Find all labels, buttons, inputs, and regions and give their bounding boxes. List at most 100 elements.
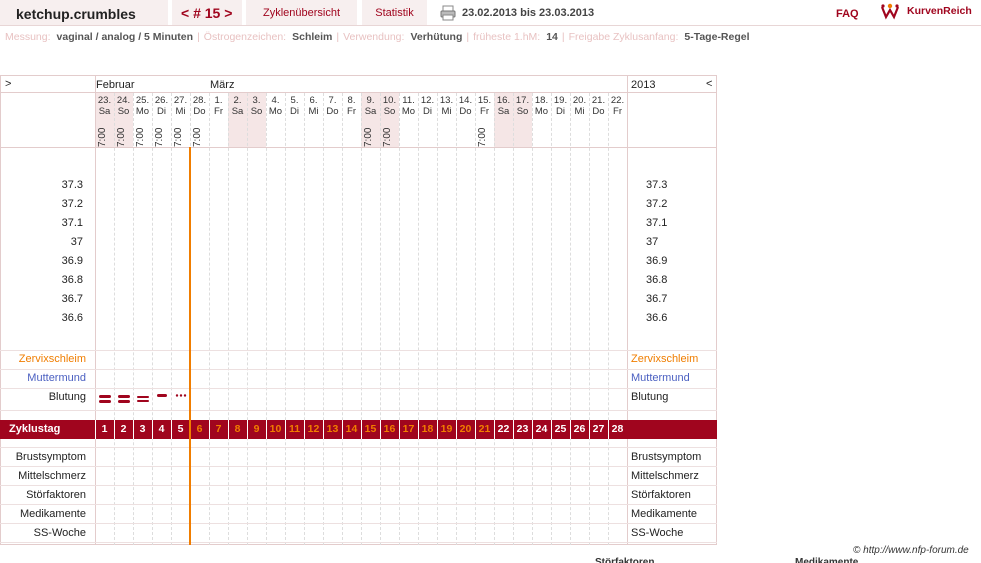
day-gridline (152, 93, 153, 545)
year: 2013 (631, 79, 656, 91)
temp-label-right: 36.6 (646, 312, 668, 324)
day-weekday: Do (326, 106, 339, 117)
day-weekday: Sa (497, 106, 510, 117)
setting-key: Östrogenzeichen: (203, 31, 287, 43)
day-date: 7. (328, 95, 337, 106)
cycle-chart: > < Februar März 2013 23. Sa 7:00 24. So 7:00 25. Mo… (0, 75, 717, 545)
day-date: 16. (496, 95, 511, 106)
day-date: 21. (591, 95, 606, 106)
day-date: 28. (192, 95, 207, 106)
cycle-day-number: 14 (345, 423, 358, 435)
day-date: 8. (347, 95, 356, 106)
logo-text[interactable]: KurvenReich (907, 5, 972, 17)
temp-label-right: 37.3 (646, 179, 668, 191)
day-weekday: So (117, 106, 130, 117)
cycle-day-number: 16 (383, 423, 396, 435)
row-line (0, 447, 717, 448)
row-line (0, 466, 717, 467)
day-weekday: Do (592, 106, 605, 117)
date-range: 23.02.2013 bis 23.03.2013 (462, 7, 595, 19)
day-gridline (171, 93, 172, 545)
day-gridline (418, 93, 419, 545)
day-date: 17. (515, 95, 530, 106)
header-bottom-line (0, 147, 717, 148)
day-time: 7:00 (477, 127, 488, 147)
right-col-line (627, 75, 628, 545)
header-divider (0, 25, 981, 26)
day-date: 24. (116, 95, 131, 106)
temp-label-left: 37 (70, 236, 83, 248)
day-weekday: Sa (231, 106, 244, 117)
row-label-ss: SS-Woche (33, 527, 86, 539)
row-label-stoer: Störfaktoren (26, 489, 86, 501)
kurvenreich-logo-icon[interactable] (880, 2, 900, 22)
cycle-day-number: 2 (120, 423, 127, 435)
row-label-right-mittel: Mittelschmerz (631, 470, 699, 482)
temp-label-left: 36.6 (61, 312, 83, 324)
day-gridline (551, 93, 552, 545)
month-mar: März (210, 79, 235, 91)
day-gridline (304, 93, 305, 545)
printer-icon[interactable] (440, 5, 456, 21)
tab-cycle-overview[interactable]: Zyklenübersicht (246, 0, 357, 25)
day-weekday: Mi (441, 106, 452, 117)
cycle-day-number: 17 (402, 423, 415, 435)
row-line (0, 350, 717, 351)
setting-key: früheste 1.hM: (473, 31, 541, 43)
month-feb: Februar (96, 79, 135, 91)
temp-label-right: 36.8 (646, 274, 668, 286)
day-gridline (475, 93, 476, 545)
bleeding-heavy-mark (98, 395, 111, 404)
day-weekday: Di (423, 106, 432, 117)
day-date: 23. (97, 95, 112, 106)
row-label-blutung: Blutung (48, 391, 86, 403)
temp-label-left: 36.8 (61, 274, 83, 286)
faq-link[interactable]: FAQ (836, 8, 859, 20)
day-time: 7:00 (97, 127, 108, 147)
day-date: 4. (271, 95, 280, 106)
day-weekday: Di (556, 106, 565, 117)
day-gridline (228, 93, 229, 545)
row-label-right-stoer: Störfaktoren (631, 489, 691, 501)
setting-value: 5-Tage-Regel (684, 31, 750, 43)
row-line (0, 485, 717, 486)
day-date: 27. (173, 95, 188, 106)
nav-forward-arrow: < (706, 78, 713, 90)
day-weekday: So (383, 106, 396, 117)
day-date: 10. (382, 95, 397, 106)
cycle-day-number: 26 (573, 423, 586, 435)
day-weekday: Mi (574, 106, 585, 117)
day-time: 7:00 (173, 127, 184, 147)
cycle-day-number: 1 (101, 423, 108, 435)
bleeding-light-mark (156, 394, 167, 397)
temp-label-left: 37.3 (61, 179, 83, 191)
day-date: 22. (610, 95, 625, 106)
row-label-brust: Brustsymptom (15, 451, 86, 463)
day-gridline (494, 93, 495, 545)
cycle-navigator[interactable]: < # 15 > (172, 0, 242, 25)
day-gridline (133, 93, 134, 545)
cycle-day-number: 7 (215, 423, 222, 435)
day-weekday: Do (459, 106, 472, 117)
row-line (0, 410, 717, 411)
cycle-day-number: 24 (535, 423, 548, 435)
row-label-zervix: Zervixschleim (18, 353, 86, 365)
setting-value: Schleim (292, 31, 333, 43)
row-line (0, 523, 717, 524)
cycle-day-number: 6 (196, 423, 203, 435)
cycle-day-number: 12 (307, 423, 320, 435)
temp-label-left: 37.1 (61, 217, 83, 229)
row-label-mittel: Mittelschmerz (18, 470, 86, 482)
row-label-right-brust: Brustsymptom (631, 451, 702, 463)
day-time: 7:00 (192, 127, 203, 147)
day-weekday: Mo (268, 106, 283, 117)
day-date: 14. (458, 95, 473, 106)
setting-key: Verwendung: (343, 31, 405, 43)
settings-separator: | (197, 31, 200, 43)
day-gridline (361, 93, 362, 545)
day-weekday: Sa (98, 106, 111, 117)
setting-value: vaginal / analog / 5 Minuten (56, 31, 194, 43)
day-time: 7:00 (135, 127, 146, 147)
tab-statistics[interactable]: Statistik (362, 0, 427, 25)
cycle-day-number: 22 (497, 423, 510, 435)
